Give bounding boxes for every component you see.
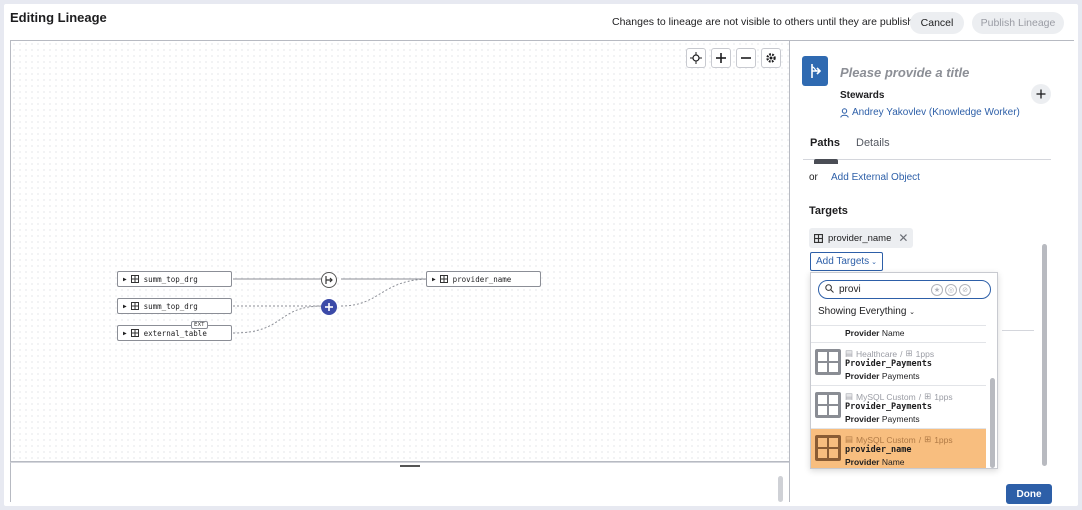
result-desc: Provider Payments	[845, 414, 920, 424]
database-icon: ▤	[845, 348, 854, 358]
result-item-selected[interactable]: ▤ MySQL Custom / ⊞ 1pps provider_name Provid…	[811, 429, 986, 468]
expand-caret-icon[interactable]: ▶	[123, 330, 127, 337]
lineage-node[interactable]: ▶ provider_name	[426, 271, 541, 287]
star-filter-icon[interactable]: ★	[931, 283, 943, 296]
table-icon	[439, 275, 448, 283]
tab-details[interactable]: Details	[856, 137, 890, 149]
publish-lineage-button[interactable]: Publish Lineage	[972, 12, 1064, 34]
expand-caret-icon[interactable]: ▶	[123, 303, 127, 310]
table-icon	[814, 233, 823, 243]
lineage-node[interactable]: ▶ summ_top_drg	[117, 298, 232, 314]
expand-caret-icon[interactable]: ▶	[123, 276, 127, 283]
add-process-icon[interactable]	[321, 299, 337, 315]
table-thumbnail-icon	[815, 435, 841, 461]
tab-paths[interactable]: Paths	[810, 137, 840, 149]
search-icon	[825, 283, 834, 296]
or-text: or	[809, 172, 818, 183]
showing-label: Showing Everything	[818, 306, 907, 317]
bottom-scrollbar[interactable]	[778, 476, 783, 502]
result-meta: ▤ MySQL Custom / ⊞ 1pps	[845, 391, 953, 402]
chevron-down-icon: ⌄	[909, 309, 916, 316]
schema-icon: ⊞	[924, 391, 932, 401]
expand-caret-icon[interactable]: ▶	[432, 276, 436, 283]
remove-target-icon[interactable]: ✕	[898, 231, 908, 245]
target-chip-label: provider_name	[828, 232, 892, 244]
stewards-label: Stewards	[840, 90, 885, 101]
node-label: provider_name	[452, 274, 512, 284]
lineage-title-input[interactable]: Please provide a title	[840, 65, 969, 80]
result-name: Provider_Payments	[845, 402, 932, 412]
table-thumbnail-icon	[815, 349, 841, 375]
page-title: Editing Lineage	[10, 10, 107, 25]
publish-notice: Changes to lineage are not visible to ot…	[612, 16, 925, 28]
add-targets-button[interactable]: Add Targets ⌄	[810, 252, 883, 271]
lineage-edges	[232, 278, 432, 334]
result-meta: ▤ MySQL Custom / ⊞ 1pps	[845, 434, 953, 445]
results-scrollbar[interactable]	[990, 378, 995, 468]
result-item[interactable]: ▤ MySQL Custom / ⊞ 1pps Provider_Payments Pr…	[811, 386, 986, 429]
steward-name: Andrey Yakovlev (Knowledge Worker)	[852, 107, 1020, 118]
edge-dashed-3	[340, 278, 432, 307]
endorsed-filter-icon[interactable]: ◎	[945, 283, 957, 296]
target-search-dropdown: ★ ◎ ⊘ Showing Everything ⌄ Provider Name…	[810, 272, 998, 469]
zoom-out-icon[interactable]	[736, 48, 756, 68]
target-chip: provider_name ✕	[809, 228, 914, 248]
database-icon: ▤	[845, 391, 854, 401]
result-name: provider_name	[845, 445, 912, 455]
node-label: external_table	[143, 328, 207, 338]
result-item[interactable]: ▤ Healthcare / ⊞ 1pps Provider_Payments Prov…	[811, 343, 986, 386]
steward-link[interactable]: Andrey Yakovlev (Knowledge Worker)	[840, 107, 1020, 118]
result-desc: Provider Name	[845, 328, 905, 338]
result-item[interactable]: Provider Name	[811, 326, 986, 343]
showing-filter[interactable]: Showing Everything ⌄	[818, 306, 915, 317]
database-icon: ▤	[845, 434, 854, 444]
schema-icon: ⊞	[905, 348, 913, 358]
add-targets-label: Add Targets	[815, 256, 870, 267]
search-input[interactable]	[839, 284, 929, 295]
done-button[interactable]: Done	[1006, 484, 1052, 504]
plus-icon	[1036, 89, 1046, 99]
bottom-pane	[10, 462, 789, 502]
external-tag-badge: EXT	[191, 321, 208, 329]
zoom-in-icon[interactable]	[711, 48, 731, 68]
edge-dashed-2	[232, 305, 324, 334]
divider	[1002, 330, 1034, 331]
recenter-icon[interactable]	[686, 48, 706, 68]
target-search-box[interactable]: ★ ◎ ⊘	[818, 280, 991, 299]
search-results: Provider Name ▤ Healthcare / ⊞ 1pps Provider…	[811, 325, 986, 468]
lineage-icon	[802, 56, 828, 86]
table-icon	[130, 329, 139, 337]
targets-label: Targets	[809, 205, 848, 217]
add-external-object-link[interactable]: Add External Object	[831, 172, 920, 183]
table-icon	[130, 275, 139, 283]
add-steward-button[interactable]	[1031, 84, 1051, 104]
result-desc: Provider Name	[845, 457, 905, 467]
person-icon	[840, 107, 849, 118]
panel-tabs: Paths Details	[803, 132, 1051, 160]
schema-icon: ⊞	[924, 434, 932, 444]
node-label: summ_top_drg	[143, 301, 198, 311]
deprecated-filter-icon[interactable]: ⊘	[959, 283, 971, 296]
pane-splitter-handle[interactable]	[400, 465, 420, 467]
lineage-node[interactable]: ▶ external_table	[117, 325, 232, 341]
node-label: summ_top_drg	[143, 274, 198, 284]
settings-icon[interactable]	[761, 48, 781, 68]
panel-scrollbar[interactable]	[1042, 244, 1047, 466]
active-tab-indicator	[814, 159, 838, 164]
chevron-down-icon: ⌄	[871, 258, 878, 266]
result-meta: ▤ Healthcare / ⊞ 1pps	[845, 348, 935, 359]
result-name: Provider_Payments	[845, 359, 932, 369]
result-desc: Provider Payments	[845, 371, 920, 381]
lineage-node[interactable]: ▶ summ_top_drg	[117, 271, 232, 287]
table-thumbnail-icon	[815, 392, 841, 418]
table-icon	[130, 302, 139, 310]
process-node-icon[interactable]	[321, 272, 337, 288]
cancel-button[interactable]: Cancel	[910, 12, 964, 34]
lineage-canvas[interactable]	[10, 40, 789, 462]
